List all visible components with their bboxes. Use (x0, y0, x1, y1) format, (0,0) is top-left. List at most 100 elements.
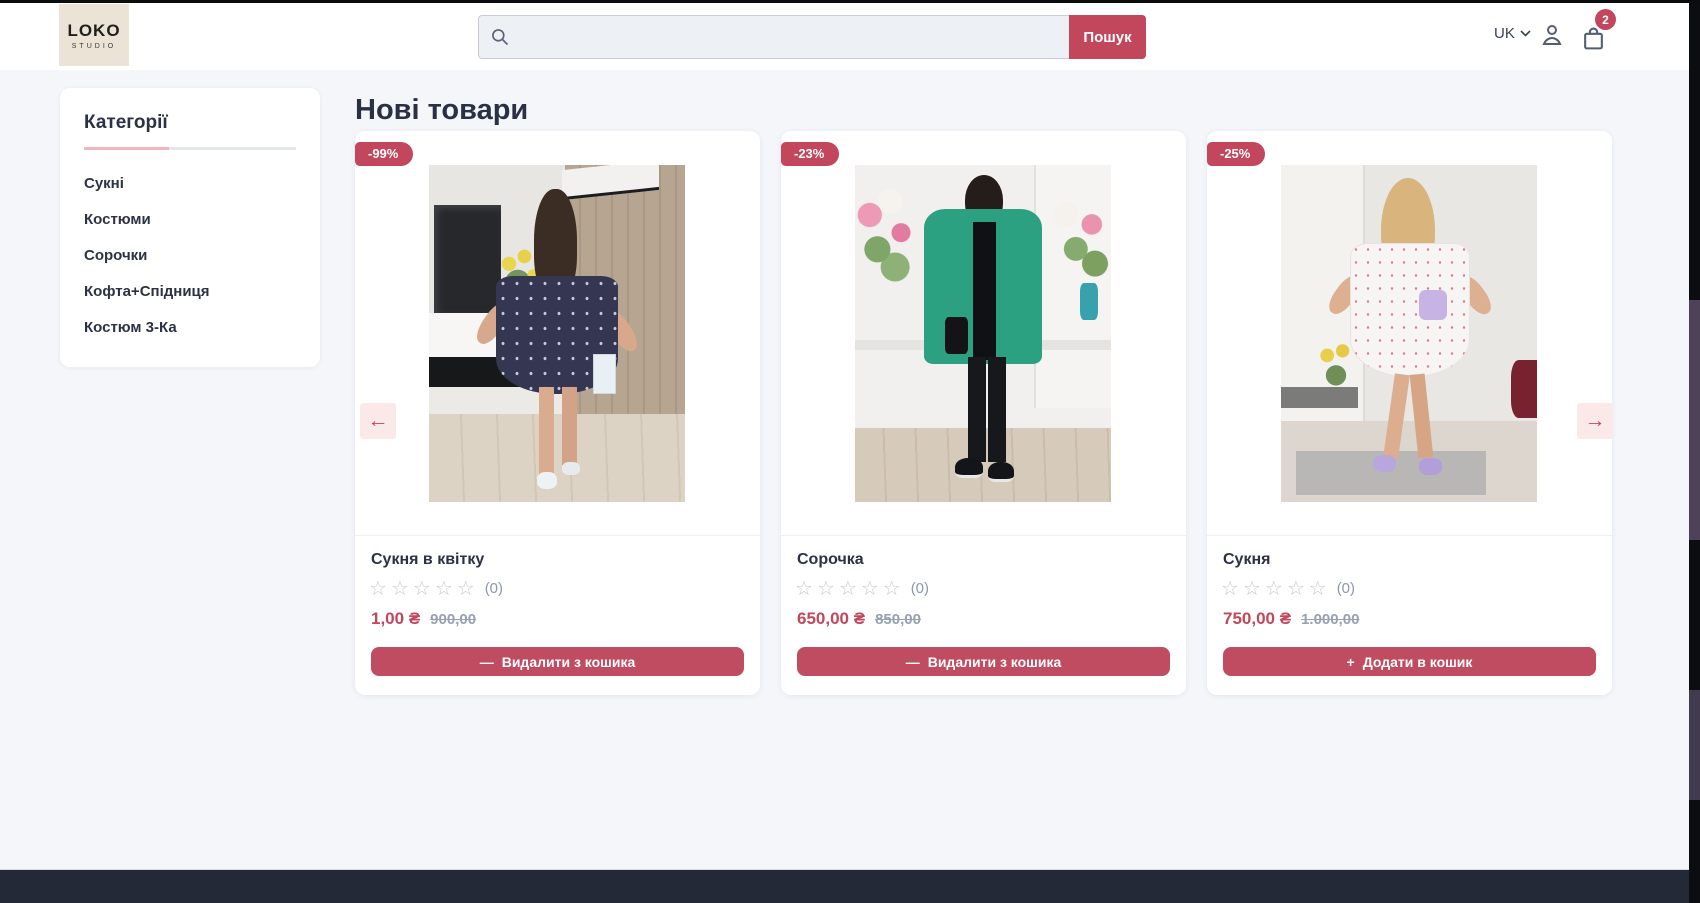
star-icon: ☆ (391, 578, 409, 598)
product-name[interactable]: Сорочка (797, 551, 864, 569)
product-name[interactable]: Сукня в квітку (371, 551, 484, 569)
sidebar-item-sukni[interactable]: Сукні (84, 175, 296, 192)
product-image[interactable] (1281, 165, 1537, 502)
rating-row: ☆ ☆ ☆ ☆ ☆ (0) (1221, 578, 1355, 598)
photo-model-shoe (537, 472, 557, 489)
plus-icon: + (1347, 654, 1355, 670)
photo-model-shoe (955, 458, 983, 478)
price-row: 750,00 ₴ 1.000,00 (1223, 609, 1359, 629)
photo-model-bag (1419, 290, 1447, 320)
current-price: 650,00 ₴ (797, 609, 865, 629)
product-card: -25% Сукня ☆ ☆ ☆ ☆ ☆ (0) 750,00 ₴ 1.000,… (1207, 131, 1612, 695)
button-label: Додати в кошик (1363, 654, 1473, 670)
categories-panel: Категорії Сукні Костюми Сорочки Кофта+Сп… (60, 88, 320, 367)
star-icon: ☆ (1309, 578, 1327, 598)
photo-flowers (1047, 195, 1111, 293)
product-image[interactable] (855, 165, 1111, 502)
photo-model-leg (988, 357, 1006, 461)
star-icon: ☆ (1221, 578, 1239, 598)
card-divider (1207, 535, 1612, 536)
discount-badge: -99% (355, 142, 413, 166)
photo-chair (1511, 360, 1537, 417)
photo-model-dress (1350, 243, 1470, 378)
photo-model-shoe (562, 462, 580, 475)
remove-from-cart-button[interactable]: — Видалити з кошика (797, 647, 1170, 676)
old-price: 1.000,00 (1301, 611, 1359, 628)
search-button[interactable]: Пошук (1069, 15, 1146, 59)
screen-edge-top (0, 0, 1700, 3)
header: LOKO STUDIO Пошук UK 2 (0, 0, 1700, 70)
categories-list: Сукні Костюми Сорочки Кофта+Спідниця Кос… (84, 175, 296, 336)
cart-count-badge[interactable]: 2 (1595, 9, 1616, 30)
photo-floor (429, 414, 685, 502)
product-card: -99% Сукня в квітку ☆ ☆ ☆ ☆ ☆ (0) 1,00 ₴… (355, 131, 760, 695)
star-icon: ☆ (1243, 578, 1261, 598)
photo-model-leg (562, 387, 577, 465)
photo-model-shoe (1419, 458, 1442, 475)
current-price: 750,00 ₴ (1223, 609, 1291, 629)
star-icon: ☆ (457, 578, 475, 598)
sidebar-item-kostiumy[interactable]: Костюми (84, 211, 296, 228)
price-row: 1,00 ₴ 900,00 (371, 609, 476, 629)
search-input-box (478, 15, 1069, 59)
minus-icon: — (906, 654, 920, 670)
page-title: Нові товари (355, 94, 528, 127)
discount-badge: -25% (1207, 142, 1265, 166)
logo[interactable]: LOKO STUDIO (59, 4, 129, 66)
star-icon: ☆ (817, 578, 835, 598)
language-selected: UK (1494, 25, 1515, 42)
currency-symbol: ₴ (409, 609, 420, 628)
photo-model-leg (539, 387, 554, 475)
card-divider (781, 535, 1186, 536)
sidebar-item-sorochky[interactable]: Сорочки (84, 247, 296, 264)
search-bar: Пошук (478, 15, 1146, 59)
photo-model-bag (945, 317, 968, 354)
arrow-right-icon: → (1585, 409, 1606, 433)
language-selector[interactable]: UK (1494, 25, 1531, 42)
remove-from-cart-button[interactable]: — Видалити з кошика (371, 647, 744, 676)
old-price: 850,00 (875, 611, 921, 628)
star-icon: ☆ (413, 578, 431, 598)
photo-model-leg (968, 357, 986, 461)
arrow-left-icon: ← (368, 409, 389, 433)
user-account-icon[interactable] (1540, 23, 1564, 47)
rating-count: (0) (911, 580, 929, 597)
product-image[interactable] (429, 165, 685, 502)
currency-symbol: ₴ (854, 609, 865, 628)
logo-text-secondary: STUDIO (72, 43, 116, 50)
product-card: -23% Сорочка ☆ ☆ ☆ ☆ ☆ (0) 650,00 ₴ 850,… (781, 131, 1186, 695)
sidebar-item-kostium-3ka[interactable]: Костюм 3-Ка (84, 319, 296, 336)
carousel-prev-button[interactable]: ← (360, 403, 396, 439)
next-card-peek (1689, 690, 1700, 800)
button-label: Видалити з кошика (928, 654, 1062, 670)
minus-icon: — (480, 654, 494, 670)
add-to-cart-button[interactable]: + Додати в кошик (1223, 647, 1596, 676)
footer (0, 869, 1700, 903)
old-price: 900,00 (430, 611, 476, 628)
price-row: 650,00 ₴ 850,00 (797, 609, 921, 629)
star-icon: ☆ (795, 578, 813, 598)
photo-model-shoe (1373, 455, 1396, 472)
search-input[interactable] (478, 15, 1069, 59)
button-label: Видалити з кошика (502, 654, 636, 670)
logo-text-primary: LOKO (67, 21, 120, 41)
product-name[interactable]: Сукня (1223, 551, 1270, 569)
photo-model-bag (593, 354, 616, 394)
currency-symbol: ₴ (1280, 609, 1291, 628)
discount-badge: -23% (781, 142, 839, 166)
card-divider (355, 535, 760, 536)
sidebar-item-kofta-spidnytsia[interactable]: Кофта+Спідниця (84, 283, 296, 300)
star-icon: ☆ (435, 578, 453, 598)
photo-model-shoe (988, 462, 1014, 482)
chevron-down-icon (1520, 30, 1531, 37)
cart-icon[interactable] (1581, 26, 1606, 52)
carousel-next-button[interactable]: → (1577, 403, 1613, 439)
rating-count: (0) (1337, 580, 1355, 597)
photo-vase (1080, 283, 1098, 320)
rating-row: ☆ ☆ ☆ ☆ ☆ (0) (369, 578, 503, 598)
rating-count: (0) (485, 580, 503, 597)
star-icon: ☆ (369, 578, 387, 598)
star-icon: ☆ (839, 578, 857, 598)
photo-flowers (1314, 344, 1358, 401)
star-icon: ☆ (1287, 578, 1305, 598)
